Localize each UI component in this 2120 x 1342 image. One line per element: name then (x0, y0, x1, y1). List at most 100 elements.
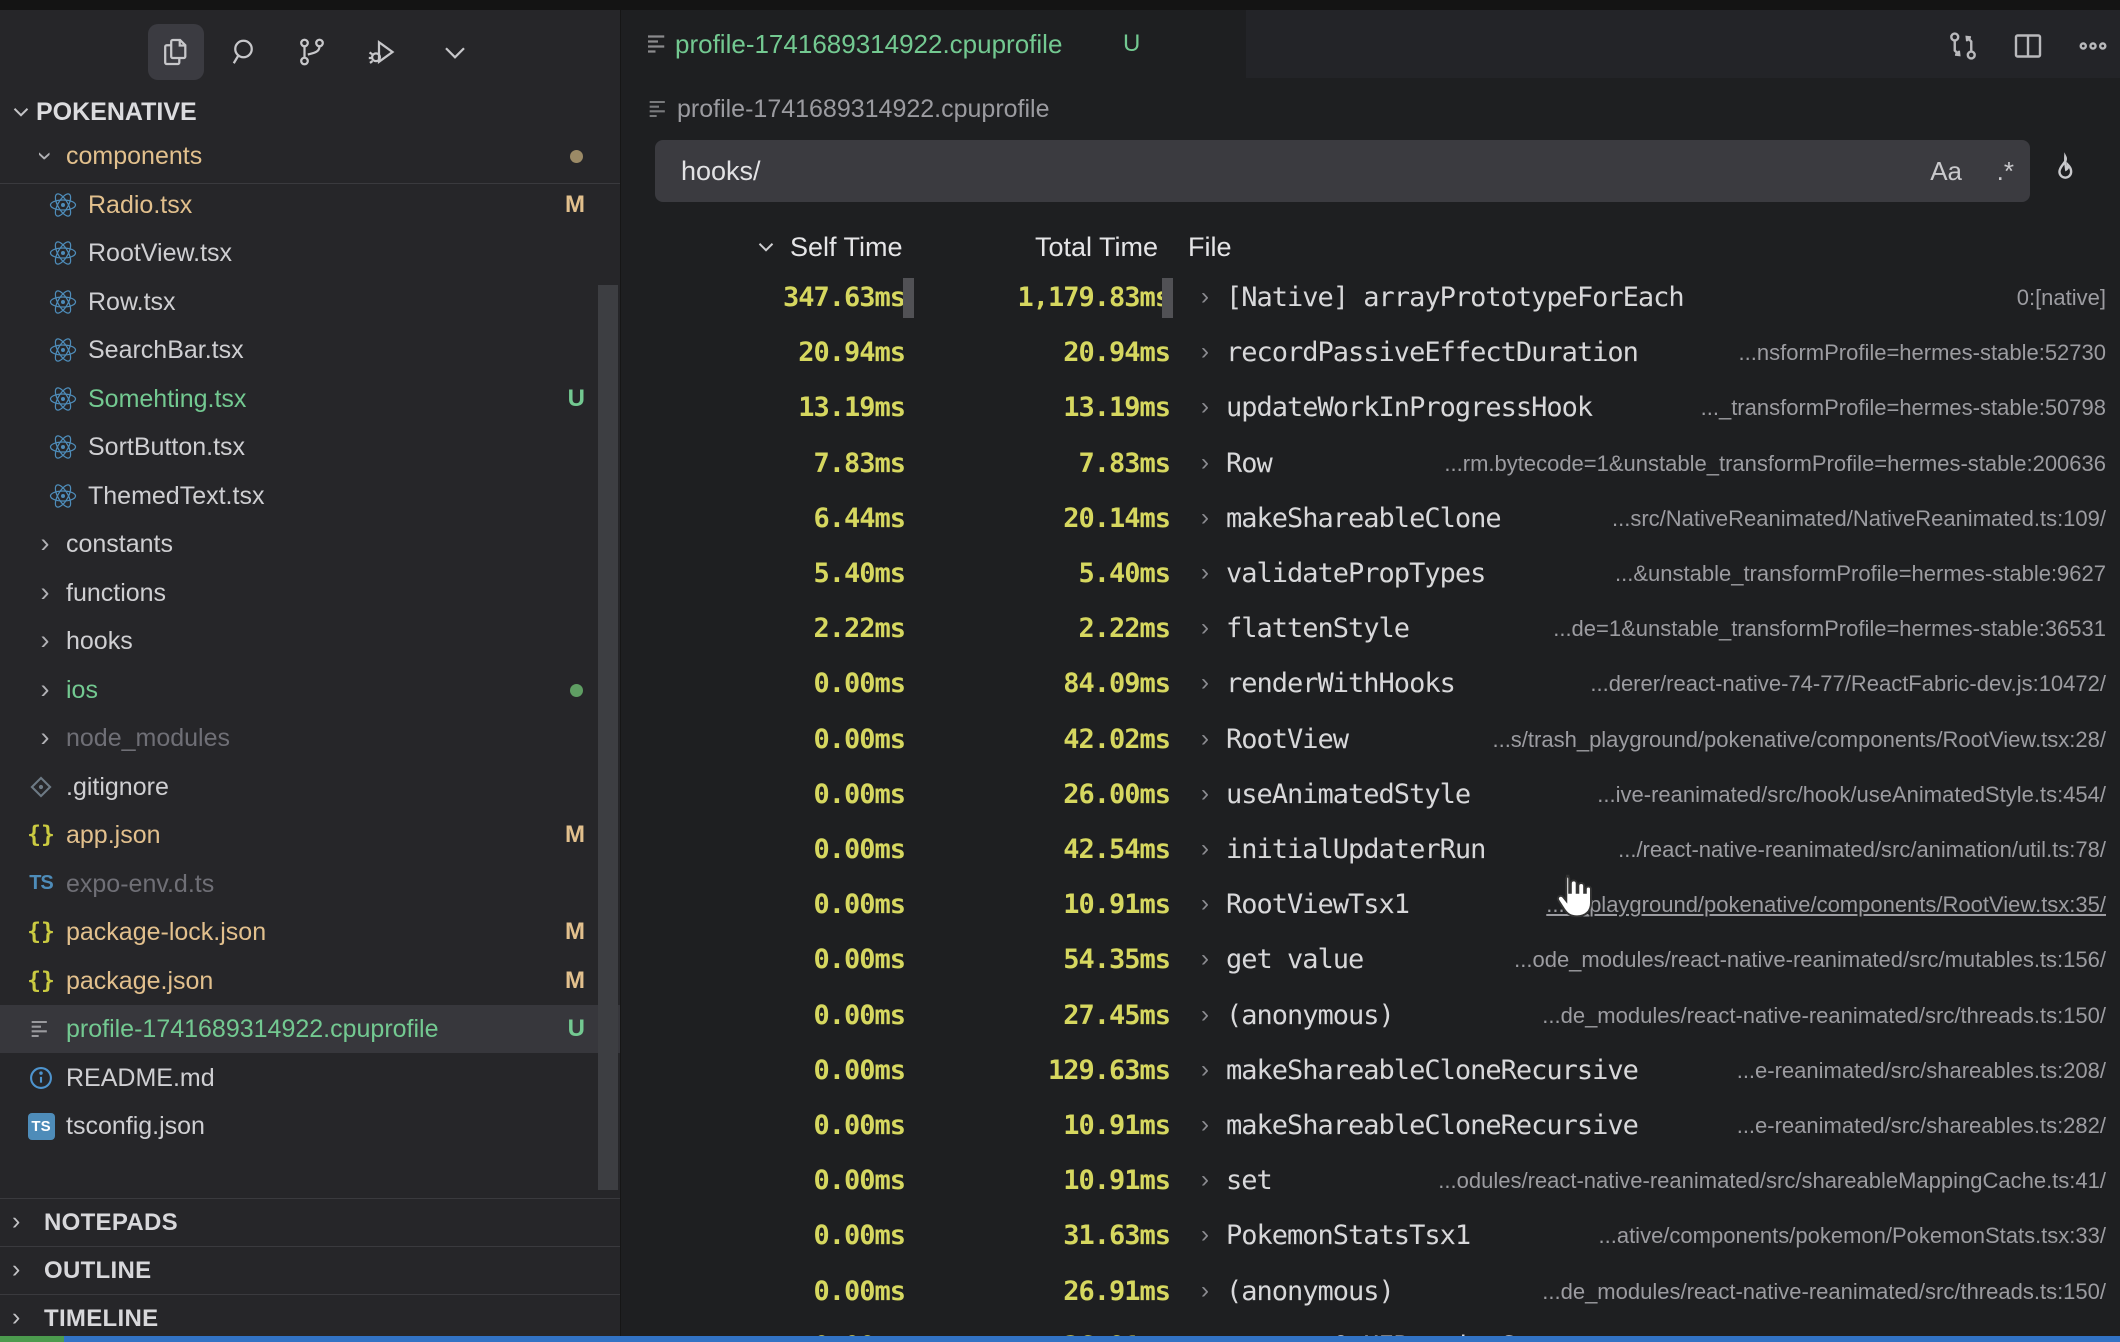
source-control-icon[interactable] (284, 24, 340, 80)
row-expand-chevron-icon[interactable]: › (1201, 546, 1209, 599)
breadcrumb[interactable]: profile-1741689314922.cpuprofile (621, 78, 2120, 140)
file-location-link[interactable]: ...rm.bytecode=1&unstable_transformProfi… (1444, 436, 2106, 491)
row-expand-chevron-icon[interactable]: › (1201, 822, 1209, 875)
column-self-time[interactable]: Self Time (790, 222, 903, 272)
filter-input[interactable]: hooks/ Aa .* (655, 140, 2030, 202)
file-location-link[interactable]: .../react-native-reanimated/src/animatio… (1618, 822, 2106, 877)
split-editor-icon[interactable] (2006, 26, 2050, 66)
section-timeline[interactable]: ›TIMELINE (0, 1294, 621, 1336)
row-expand-chevron-icon[interactable]: › (1201, 270, 1209, 323)
sidebar-scrollbar[interactable] (598, 285, 618, 1190)
profile-row[interactable]: 20.94ms20.94ms›recordPassiveEffectDurati… (621, 325, 2120, 380)
tree-item-rootview-tsx[interactable]: RootView.tsx (0, 229, 621, 277)
tree-item-searchbar-tsx[interactable]: SearchBar.tsx (0, 326, 621, 374)
regex-icon[interactable]: .* (1997, 140, 2014, 202)
file-location-link[interactable]: 0:[native] (2017, 270, 2106, 325)
tree-item-hooks[interactable]: ›hooks (0, 617, 621, 665)
profile-row[interactable]: 0.00ms26.91ms›executeOnUIRuntimeSync...a… (621, 1319, 2120, 1336)
row-expand-chevron-icon[interactable]: › (1201, 380, 1209, 433)
profile-row[interactable]: 0.00ms54.35ms›get value...ode_modules/re… (621, 932, 2120, 987)
tree-item--gitignore[interactable]: .gitignore (0, 763, 621, 811)
tree-item-row-tsx[interactable]: Row.tsx (0, 278, 621, 326)
file-location-link[interactable]: ...&unstable_transformProfile=hermes-sta… (1615, 546, 2106, 601)
file-location-link[interactable]: ...ive-reanimated/src/hook/useAnimatedSt… (1597, 767, 2106, 822)
tree-item-profile-1741689314922-cpuprofile[interactable]: profile-1741689314922.cpuprofileU (0, 1005, 621, 1053)
row-expand-chevron-icon[interactable]: › (1201, 325, 1209, 378)
tree-item-radio-tsx[interactable]: Radio.tsxM (0, 181, 621, 229)
chevron-collapsed-icon[interactable]: › (32, 617, 58, 665)
tree-item-functions[interactable]: ›functions (0, 569, 621, 617)
profile-row[interactable]: 0.00ms84.09ms›renderWithHooks...derer/re… (621, 656, 2120, 711)
explorer-root-folder[interactable]: POKENATIVE (0, 92, 621, 132)
row-expand-chevron-icon[interactable]: › (1201, 491, 1209, 544)
row-expand-chevron-icon[interactable]: › (1201, 436, 1209, 489)
match-case-icon[interactable]: Aa (1930, 140, 1962, 202)
profile-row[interactable]: 0.00ms129.63ms›makeShareableCloneRecursi… (621, 1043, 2120, 1098)
profile-row[interactable]: 7.83ms7.83ms›Row...rm.bytecode=1&unstabl… (621, 436, 2120, 491)
file-location-link[interactable]: ...de_modules/react-native-reanimated/sr… (1542, 988, 2106, 1043)
tab-cpuprofile[interactable]: profile-1741689314922.cpuprofile U (621, 10, 1246, 78)
column-file[interactable]: File (1188, 222, 1232, 272)
chevron-expanded-icon[interactable]: › (21, 143, 69, 169)
row-expand-chevron-icon[interactable]: › (1201, 712, 1209, 765)
chevron-collapsed-icon[interactable]: › (32, 520, 58, 568)
profile-row[interactable]: 2.22ms2.22ms›flattenStyle...de=1&unstabl… (621, 601, 2120, 656)
flame-chart-icon[interactable] (2039, 144, 2091, 196)
file-location-link[interactable]: ...nsformProfile=hermes-stable:52730 (1739, 325, 2106, 380)
tree-item-constants[interactable]: ›constants (0, 520, 621, 568)
tree-item-app-json[interactable]: {}app.jsonM (0, 811, 621, 859)
file-location-link[interactable]: ...e-reanimated/src/shareables.ts:208/ (1737, 1043, 2106, 1098)
chevron-collapsed-icon[interactable]: › (32, 569, 58, 617)
column-total-time[interactable]: Total Time (1035, 222, 1158, 272)
files-icon[interactable] (148, 24, 204, 80)
tree-item-somehting-tsx[interactable]: Somehting.tsxU (0, 375, 621, 423)
compare-changes-icon[interactable] (1941, 26, 1985, 66)
file-location-link[interactable]: ...derer/react-native-74-77/ReactFabric-… (1590, 656, 2106, 711)
row-expand-chevron-icon[interactable]: › (1201, 1153, 1209, 1206)
row-expand-chevron-icon[interactable]: › (1201, 656, 1209, 709)
section-outline[interactable]: ›OUTLINE (0, 1246, 621, 1294)
row-expand-chevron-icon[interactable]: › (1201, 1043, 1209, 1096)
more-actions-icon[interactable] (2071, 26, 2115, 66)
file-location-link[interactable]: ..._transformProfile=hermes-stable:50798 (1701, 380, 2106, 435)
profile-row[interactable]: 0.00ms42.02ms›RootView...s/trash_playgro… (621, 712, 2120, 767)
profile-row[interactable]: 0.00ms10.91ms›RootViewTsx1...h_playgroun… (621, 877, 2120, 932)
profile-row[interactable]: 0.00ms27.45ms›(anonymous)...de_modules/r… (621, 988, 2120, 1043)
tree-item-package-lock-json[interactable]: {}package-lock.jsonM (0, 908, 621, 956)
profile-row[interactable]: 0.00ms10.91ms›makeShareableCloneRecursiv… (621, 1098, 2120, 1153)
tree-item-tsconfig-json[interactable]: TStsconfig.json (0, 1102, 621, 1150)
chevron-down-icon[interactable] (427, 24, 483, 80)
chevron-collapsed-icon[interactable]: › (32, 666, 58, 714)
profile-row[interactable]: 0.00ms26.91ms›(anonymous)...de_modules/r… (621, 1264, 2120, 1319)
file-location-link[interactable]: ...de=1&unstable_transformProfile=hermes… (1553, 601, 2106, 656)
tree-item-sortbutton-tsx[interactable]: SortButton.tsx (0, 423, 621, 471)
run-debug-icon[interactable] (354, 24, 410, 80)
section-notepads[interactable]: ›NOTEPADS (0, 1198, 621, 1246)
file-location-link[interactable]: ...ativeReanimated/NativeReanimated.ts:1… (1663, 1319, 2106, 1336)
tree-item-readme-md[interactable]: README.md (0, 1054, 621, 1102)
file-location-link[interactable]: ...h_playground/pokenative/components/Ro… (1546, 877, 2106, 932)
row-expand-chevron-icon[interactable]: › (1201, 1098, 1209, 1151)
tree-item-expo-env-d-ts[interactable]: TSexpo-env.d.ts (0, 860, 621, 908)
file-location-link[interactable]: ...e-reanimated/src/shareables.ts:282/ (1737, 1098, 2106, 1153)
tree-item-node-modules[interactable]: ›node_modules (0, 714, 621, 762)
row-expand-chevron-icon[interactable]: › (1201, 877, 1209, 930)
file-location-link[interactable]: ...ative/components/pokemon/PokemonStats… (1599, 1208, 2107, 1263)
profile-row[interactable]: 0.00ms10.91ms›set...odules/react-native-… (621, 1153, 2120, 1208)
profile-row[interactable]: 13.19ms13.19ms›updateWorkInProgressHook.… (621, 380, 2120, 435)
row-expand-chevron-icon[interactable]: › (1201, 1264, 1209, 1317)
search-icon[interactable] (217, 24, 273, 80)
profile-row[interactable]: 347.63ms1,179.83ms›[Native] arrayPrototy… (621, 270, 2120, 325)
file-location-link[interactable]: ...odules/react-native-reanimated/src/sh… (1438, 1153, 2106, 1208)
tree-item-components[interactable]: ›components (0, 132, 621, 180)
tree-item-ios[interactable]: ›ios (0, 666, 621, 714)
chevron-collapsed-icon[interactable]: › (32, 714, 58, 762)
profile-row[interactable]: 0.00ms42.54ms›initialUpdaterRun.../react… (621, 822, 2120, 877)
row-expand-chevron-icon[interactable]: › (1201, 1319, 1209, 1336)
row-expand-chevron-icon[interactable]: › (1201, 767, 1209, 820)
row-expand-chevron-icon[interactable]: › (1201, 932, 1209, 985)
file-location-link[interactable]: ...ode_modules/react-native-reanimated/s… (1514, 932, 2106, 987)
profile-row[interactable]: 5.40ms5.40ms›validatePropTypes...&unstab… (621, 546, 2120, 601)
file-location-link[interactable]: ...src/NativeReanimated/NativeReanimated… (1612, 491, 2106, 546)
file-location-link[interactable]: ...de_modules/react-native-reanimated/sr… (1542, 1264, 2106, 1319)
